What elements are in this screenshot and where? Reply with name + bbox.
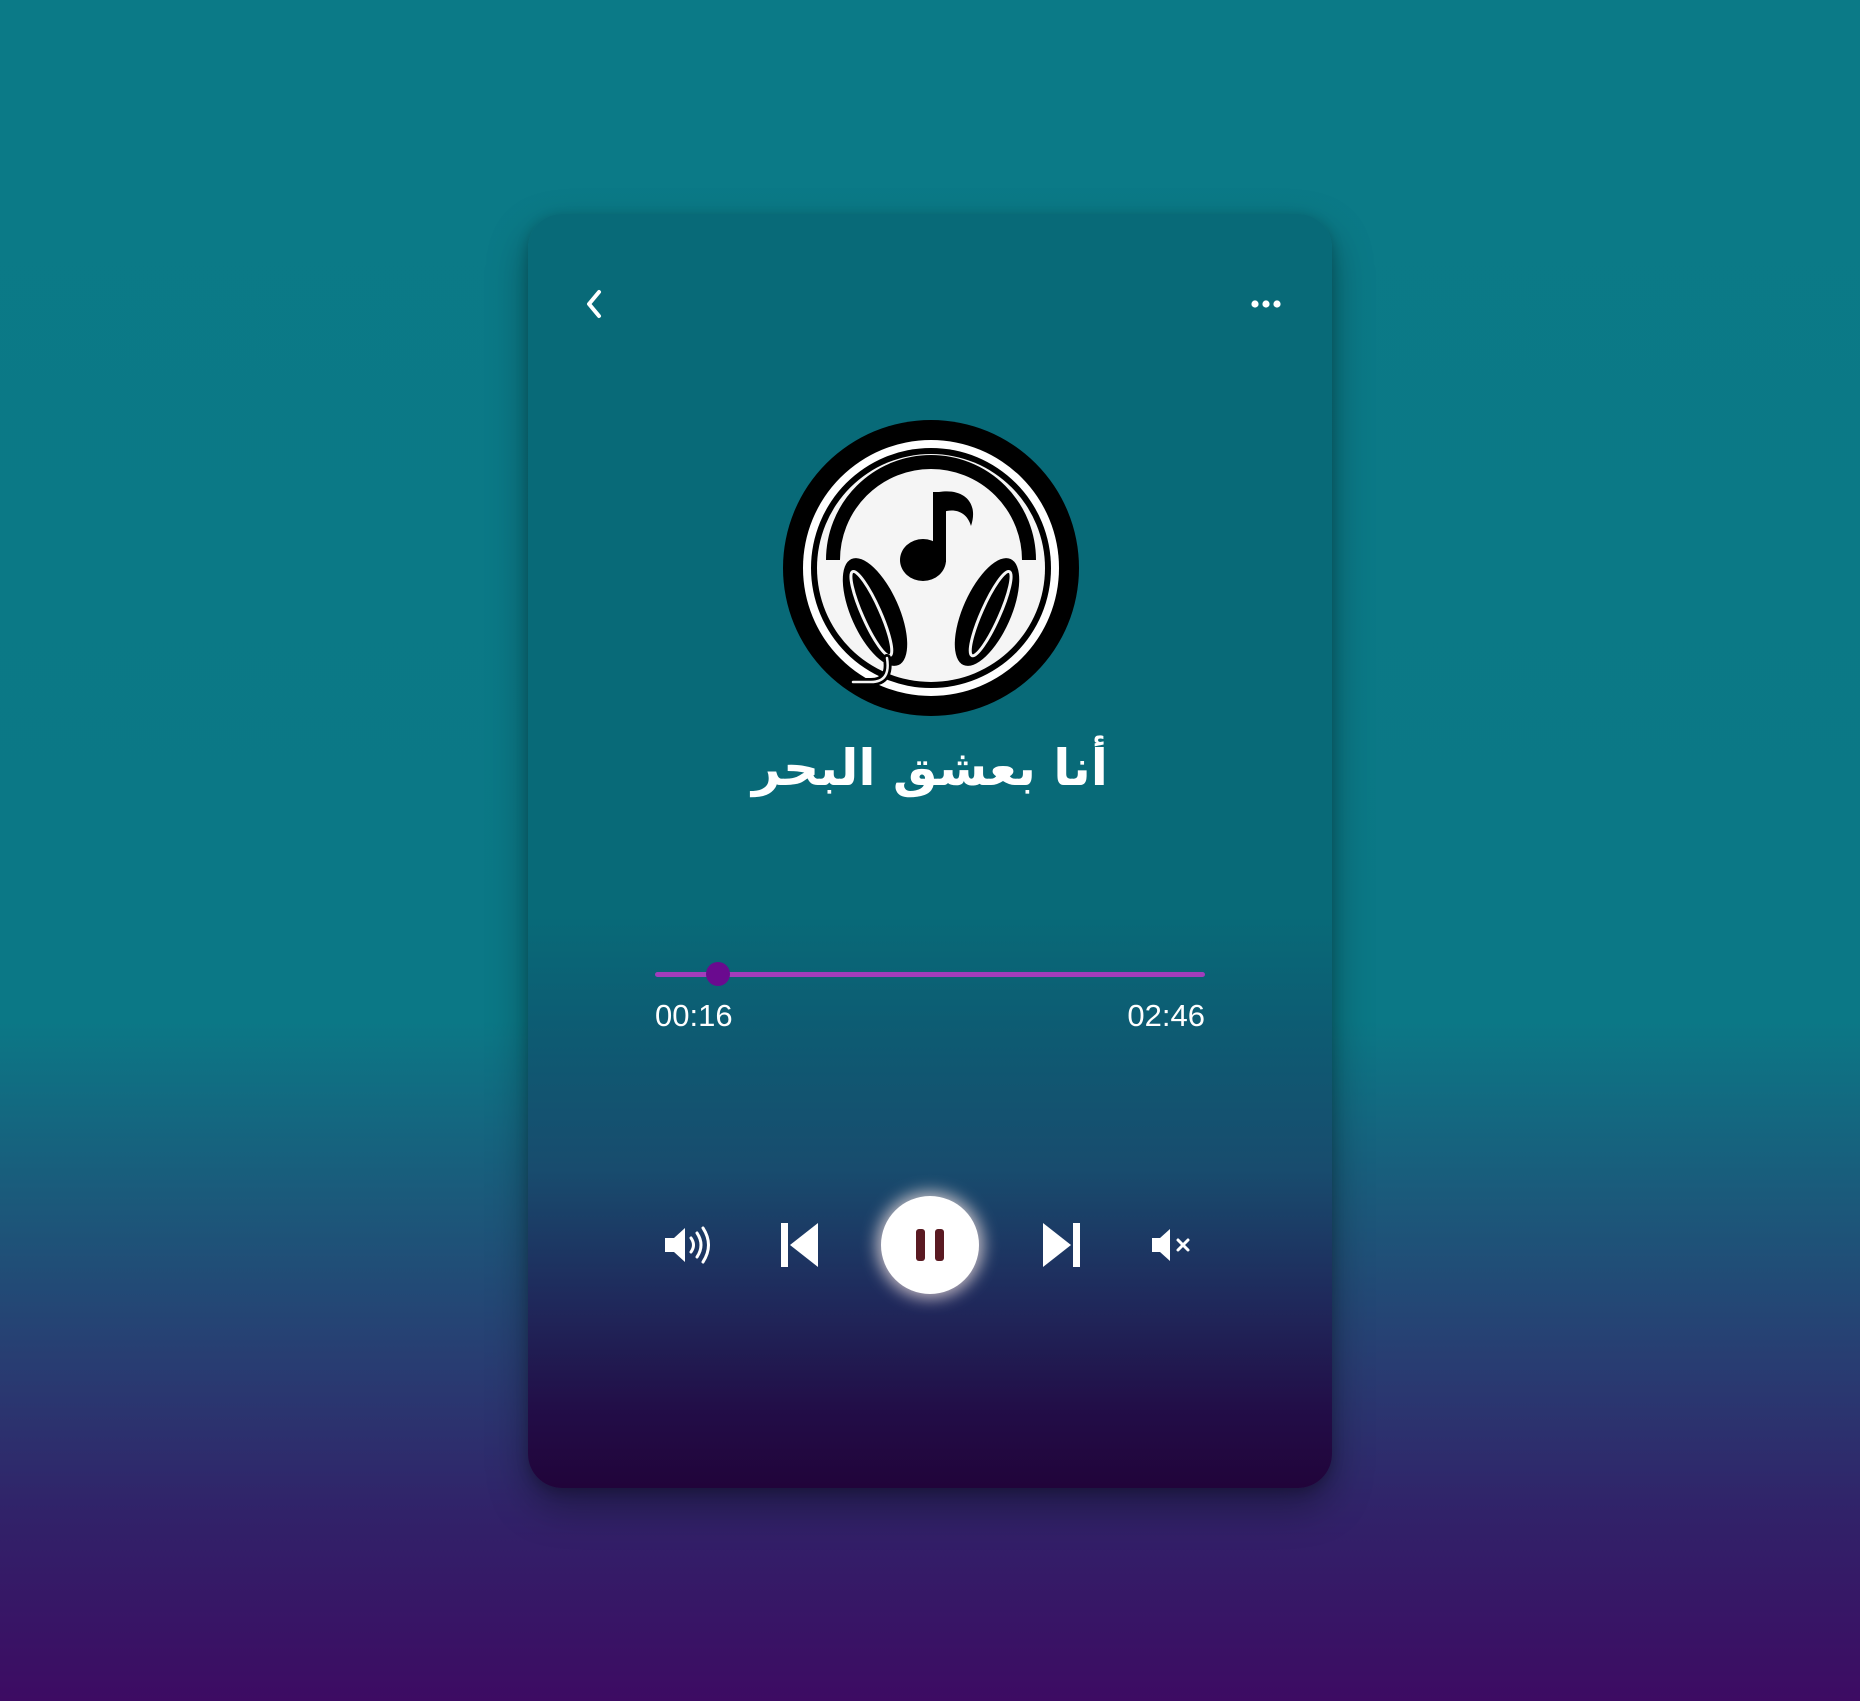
total-time: 02:46 — [1127, 998, 1205, 1033]
more-horizontal-icon — [1251, 300, 1281, 308]
chevron-left-icon — [587, 290, 601, 318]
pause-icon — [916, 1229, 944, 1261]
headphones-music-note-icon — [783, 420, 1079, 716]
playback-controls — [528, 1190, 1332, 1300]
volume-up-button[interactable] — [658, 1190, 718, 1300]
pause-button[interactable] — [880, 1190, 980, 1300]
pause-button-circle[interactable] — [881, 1196, 979, 1294]
more-options-button[interactable] — [1236, 274, 1296, 334]
progress-area: 00:16 02:46 — [655, 952, 1205, 1092]
next-button[interactable] — [1031, 1190, 1091, 1300]
back-button[interactable] — [564, 274, 624, 334]
volume-up-icon — [665, 1226, 710, 1264]
skip-previous-icon — [781, 1223, 818, 1267]
skip-next-icon — [1043, 1223, 1080, 1267]
previous-button[interactable] — [770, 1190, 830, 1300]
volume-mute-icon — [1152, 1229, 1190, 1261]
track-title: أنا بعشق البحر — [752, 739, 1108, 797]
progress-bar[interactable] — [655, 972, 1205, 977]
mute-button[interactable] — [1144, 1190, 1204, 1300]
progress-thumb[interactable] — [705, 962, 730, 986]
current-time: 00:16 — [655, 998, 733, 1033]
player-card: أنا بعشق البحر 00:16 02:46 — [528, 214, 1332, 1488]
album-cover — [783, 420, 1079, 716]
